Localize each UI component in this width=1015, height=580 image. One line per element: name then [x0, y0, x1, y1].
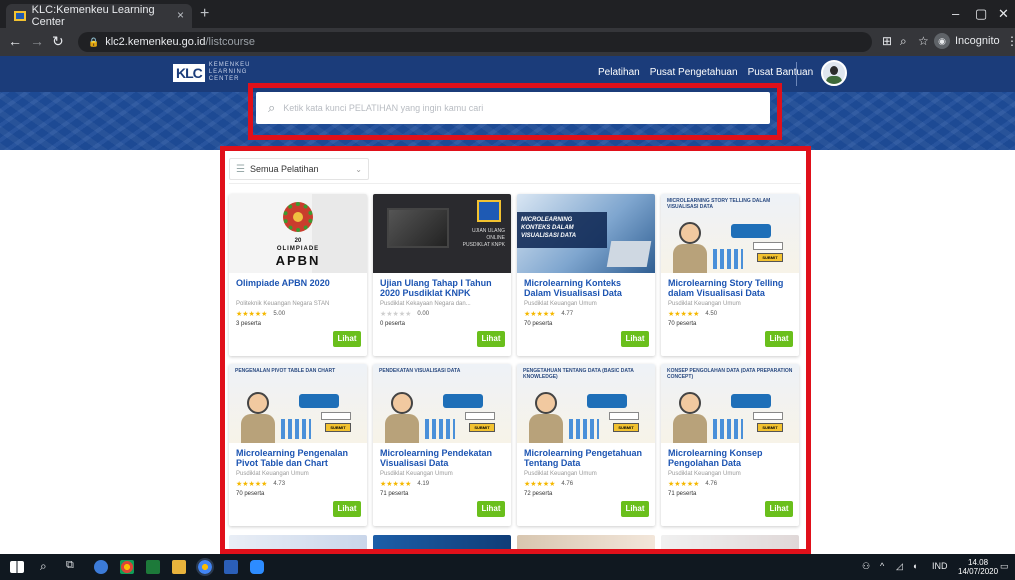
network-icon[interactable]: ◿ [896, 561, 903, 572]
word-icon[interactable] [224, 560, 238, 574]
restore-icon[interactable]: ▢ [975, 6, 987, 22]
volume-icon[interactable]: ◖ [912, 561, 917, 571]
browser-tab-strip: KLC:Kemenkeu Learning Center × + – ▢ ✕ [0, 0, 1015, 28]
top-nav: Pelatihan Pusat Pengetahuan Pusat Bantua… [598, 67, 813, 78]
incognito-label: Incognito [955, 35, 1000, 47]
tab-close-icon[interactable]: × [177, 8, 184, 22]
incognito-indicator[interactable]: ◉ Incognito [934, 33, 1000, 49]
url-path: /listcourse [205, 36, 256, 48]
url-domain: klc2.kemenkeu.go.id [105, 36, 206, 48]
language-indicator[interactable]: IND [932, 561, 948, 571]
address-bar-row: ← → ↻ 🔒 klc2.kemenkeu.go.id/listcourse ⊞… [0, 28, 1015, 56]
forward-icon[interactable]: → [30, 33, 44, 49]
search-icon[interactable]: ⌕ [40, 559, 47, 574]
new-tab-button[interactable]: + [200, 5, 209, 23]
minimize-icon[interactable]: – [952, 6, 959, 21]
app-icon[interactable] [94, 560, 108, 574]
nav-pusat-bantuan[interactable]: Pusat Bantuan [748, 67, 814, 78]
reload-icon[interactable]: ↻ [52, 33, 64, 50]
clock-date: 14/07/2020 [958, 567, 999, 576]
logo-line-1: KEMENKEU [208, 62, 251, 68]
logo-mark: KLC [173, 63, 205, 82]
lock-icon: 🔒 [88, 36, 100, 47]
people-icon[interactable]: ⚇ [862, 561, 870, 572]
chrome-icon[interactable] [120, 560, 134, 574]
back-icon[interactable]: ← [8, 33, 22, 49]
clock-time: 14.08 [968, 558, 989, 567]
tab-title: KLC:Kemenkeu Learning Center [31, 4, 155, 28]
translate-icon[interactable]: ⊞ [882, 34, 892, 48]
zoom-app-icon[interactable] [250, 560, 264, 574]
url-input[interactable]: 🔒 klc2.kemenkeu.go.id/listcourse [78, 32, 872, 52]
incognito-icon: ◉ [934, 33, 950, 49]
nav-pelatihan[interactable]: Pelatihan [598, 67, 640, 78]
file-explorer-icon[interactable] [172, 560, 186, 574]
logo-line-2: LEARNING [208, 69, 248, 75]
nav-divider [796, 62, 797, 86]
avatar-body [826, 76, 842, 84]
windows-start-icon[interactable] [10, 561, 24, 573]
task-view-icon[interactable]: ⧉ [66, 559, 74, 572]
klc-favicon-icon [14, 11, 26, 21]
nav-pusat-pengetahuan[interactable]: Pusat Pengetahuan [650, 67, 738, 78]
avatar-head [830, 66, 838, 75]
browser-tab[interactable]: KLC:Kemenkeu Learning Center × [6, 4, 192, 28]
tray-chevron-icon[interactable]: ^ [880, 561, 884, 571]
course-list-highlight-box [220, 146, 811, 554]
clock[interactable]: 14.08 14/07/2020 [958, 558, 998, 576]
bookmark-star-icon[interactable]: ☆ [918, 34, 929, 48]
logo-wordmark: KEMENKEU LEARNING CENTER [209, 62, 251, 83]
zoom-icon[interactable]: ⌕ [900, 34, 907, 49]
user-avatar[interactable] [821, 60, 847, 86]
chrome-active-icon[interactable] [196, 558, 214, 576]
browser-menu-icon[interactable]: ⋮ [1006, 34, 1015, 48]
windows-taskbar: ⌕ ⧉ ⚇ ^ ◿ ◖ IND 14.08 14/07/2020 ▭ [0, 554, 1015, 580]
logo-line-3: CENTER [208, 76, 240, 82]
close-window-icon[interactable]: ✕ [998, 6, 1009, 22]
notification-icon[interactable]: ▭ [1000, 561, 1009, 572]
excel-icon[interactable] [146, 560, 160, 574]
search-highlight-box [248, 83, 782, 140]
klc-logo[interactable]: KLC KEMENKEU LEARNING CENTER [173, 62, 250, 83]
